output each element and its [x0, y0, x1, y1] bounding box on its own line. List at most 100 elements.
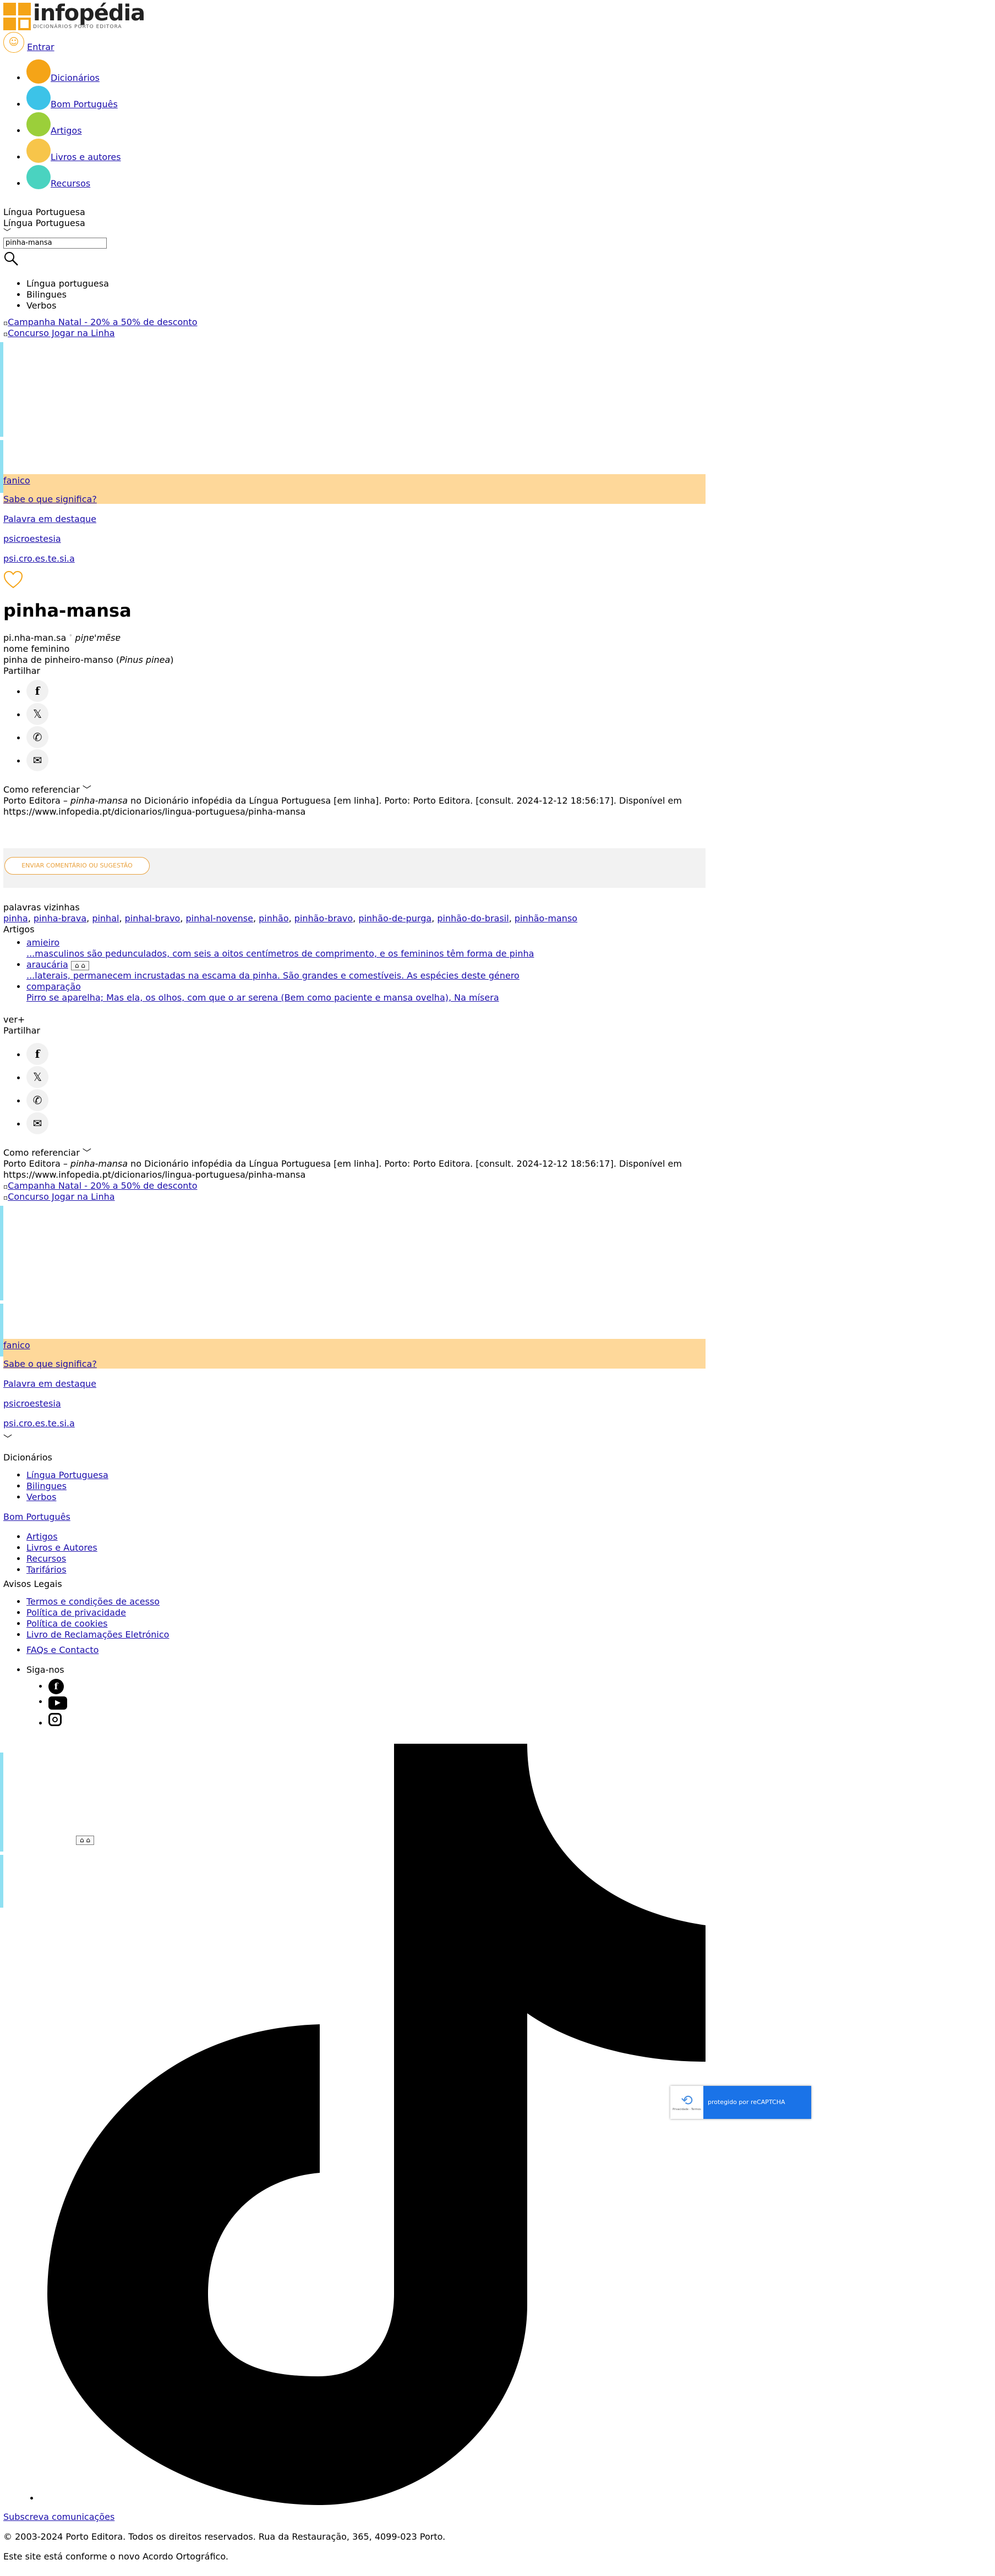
- nav-link-dicionarios[interactable]: Dicionários: [51, 73, 100, 83]
- email-icon[interactable]: ✉: [26, 749, 48, 771]
- footer-link[interactable]: Recursos: [26, 1553, 66, 1564]
- logo-mark-icon: [3, 2, 31, 30]
- share-item[interactable]: 𝕏: [26, 1066, 48, 1089]
- search-input[interactable]: [3, 237, 107, 249]
- share-item[interactable]: f: [26, 680, 48, 703]
- footer-faq-link[interactable]: FAQs e Contacto: [26, 1645, 99, 1655]
- whatsapp-icon[interactable]: ✆: [26, 726, 48, 748]
- nav-link-livros[interactable]: Livros e autores: [51, 152, 121, 162]
- facebook-icon[interactable]: f: [48, 1679, 64, 1694]
- nav-item-bom-portugues[interactable]: Bom Português: [26, 86, 412, 112]
- article-item[interactable]: amieiro...masculinos são pedunculados, c…: [26, 937, 731, 959]
- nav-item-artigos[interactable]: Artigos: [26, 112, 412, 139]
- featured-word-syllables[interactable]: psi.cro.es.te.si.a: [3, 553, 75, 564]
- footer-link[interactable]: Artigos: [26, 1531, 58, 1542]
- send-comment-button[interactable]: ENVIAR COMENTÁRIO OU SUGESTÃO: [4, 857, 150, 875]
- article-item[interactable]: comparaçãoPirro se aparelha; Mas ela, os…: [26, 981, 731, 1003]
- featured-word-syllables[interactable]: psi.cro.es.te.si.a: [3, 1418, 75, 1429]
- footer-link[interactable]: Verbos: [26, 1492, 56, 1502]
- word-question-link[interactable]: Sabe o que significa?: [3, 1359, 97, 1370]
- footer-link[interactable]: Termos e condições de acesso: [26, 1596, 160, 1607]
- recaptcha-badge[interactable]: ⟲ Privacidade - Termos protegido por reC…: [670, 2086, 811, 2119]
- share-item[interactable]: ✉: [26, 749, 48, 772]
- see-more-button[interactable]: ver+: [3, 1014, 25, 1025]
- login-link[interactable]: Entrar: [27, 42, 54, 52]
- article-excerpt[interactable]: ...laterais, permanecem incrustadas na e…: [26, 970, 520, 981]
- chevron-down-icon[interactable]: ﹀: [3, 1433, 12, 1444]
- cite-word: pinha-mansa: [70, 795, 128, 806]
- x-twitter-icon[interactable]: 𝕏: [26, 703, 48, 725]
- neighbor-word[interactable]: pinhão: [259, 913, 288, 924]
- social-item[interactable]: f: [48, 1679, 67, 1696]
- footer-link[interactable]: Política de privacidade: [26, 1607, 126, 1618]
- banner-campanha[interactable]: Campanha Natal - 20% a 50% de desconto: [8, 1180, 197, 1191]
- article-item[interactable]: araucária ⌂ ⌂...laterais, permanecem inc…: [26, 959, 731, 981]
- nav-item-recursos[interactable]: Recursos: [26, 165, 412, 191]
- email-icon[interactable]: ✉: [26, 1112, 48, 1134]
- search-option[interactable]: Bilingues: [26, 289, 109, 300]
- neighbor-word[interactable]: pinha: [3, 913, 28, 924]
- neighbor-word[interactable]: pinhão-de-purga: [358, 913, 431, 924]
- nav-link-artigos[interactable]: Artigos: [51, 125, 82, 136]
- facebook-icon[interactable]: f: [26, 680, 48, 702]
- footer-link[interactable]: Livro de Reclamações Eletrónico: [26, 1629, 169, 1640]
- footer-link[interactable]: Língua Portuguesa: [26, 1470, 108, 1480]
- share-item[interactable]: 𝕏: [26, 703, 48, 726]
- footer-link[interactable]: Bilingues: [26, 1481, 67, 1491]
- search-icon[interactable]: [3, 251, 107, 269]
- share-item[interactable]: ✆: [26, 1089, 48, 1112]
- subscribe-link[interactable]: Subscreva comunicações: [3, 2512, 114, 2523]
- neighbor-word[interactable]: pinhão-bravo: [294, 913, 353, 924]
- share-item[interactable]: f: [26, 1043, 48, 1066]
- article-title[interactable]: comparação: [26, 981, 81, 992]
- featured-word[interactable]: psicroestesia: [3, 534, 61, 545]
- whatsapp-icon[interactable]: ✆: [26, 1089, 48, 1111]
- heart-icon[interactable]: [3, 570, 23, 591]
- facebook-icon[interactable]: f: [26, 1043, 48, 1065]
- featured-word[interactable]: psicroestesia: [3, 1398, 61, 1409]
- neighbor-word[interactable]: pinhal-bravo: [125, 913, 181, 924]
- social-item[interactable]: ▶: [48, 1696, 67, 1713]
- neighbor-word[interactable]: pinhão-manso: [515, 913, 577, 924]
- nav-item-dicionarios[interactable]: Dicionários: [26, 59, 412, 86]
- banner-concurso[interactable]: Concurso Jogar na Linha: [8, 1191, 114, 1202]
- banner-campanha[interactable]: Campanha Natal - 20% a 50% de desconto: [8, 317, 197, 327]
- site-logo[interactable]: infopédia DICIONÁRIOS PORTO EDITORA: [3, 2, 145, 30]
- x-twitter-icon[interactable]: 𝕏: [26, 1066, 48, 1088]
- search-option[interactable]: Língua portuguesa: [26, 278, 109, 289]
- featured-word-label[interactable]: Palavra em destaque: [3, 514, 96, 525]
- instagram-icon[interactable]: [48, 1713, 62, 1726]
- cite-toggle[interactable]: Como referenciar ﹀: [3, 1147, 91, 1158]
- cite-toggle[interactable]: Como referenciar ﹀: [3, 784, 91, 795]
- banner-concurso[interactable]: Concurso Jogar na Linha: [8, 328, 114, 338]
- article-excerpt[interactable]: ...masculinos são pedunculados, com seis…: [26, 948, 534, 959]
- footer-link[interactable]: Política de cookies: [26, 1618, 108, 1629]
- youtube-icon[interactable]: ▶: [48, 1696, 67, 1710]
- word-question-link[interactable]: Sabe o que significa?: [3, 494, 97, 505]
- word-of-day-link[interactable]: fanico: [3, 1340, 30, 1351]
- tiktok-icon[interactable]: [47, 1744, 706, 2508]
- article-title[interactable]: amieiro: [26, 937, 59, 948]
- nav-item-livros[interactable]: Livros e autores: [26, 139, 412, 165]
- article-excerpt[interactable]: Pirro se aparelha; Mas ela, os olhos, co…: [26, 992, 499, 1003]
- footer-link[interactable]: Livros e Autores: [26, 1542, 97, 1553]
- footer-bom-portugues[interactable]: Bom Português: [3, 1512, 70, 1523]
- share-item[interactable]: ✆: [26, 726, 48, 749]
- dictionary-select[interactable]: Língua Portuguesa: [3, 207, 107, 218]
- chevron-down-icon[interactable]: ﹀: [3, 229, 107, 237]
- footer-link[interactable]: Tarifários: [26, 1564, 67, 1575]
- article-title[interactable]: araucária: [26, 959, 68, 970]
- neighbor-word[interactable]: pinhão-do-brasil: [437, 913, 509, 924]
- neighbor-word[interactable]: pinhal-novense: [186, 913, 253, 924]
- nav-link-bom-portugues[interactable]: Bom Português: [51, 99, 118, 109]
- word-of-day-link[interactable]: fanico: [3, 475, 30, 486]
- audio-icon[interactable]: ◦: [69, 633, 72, 639]
- nav-link-recursos[interactable]: Recursos: [51, 178, 90, 189]
- neighbor-word[interactable]: pinha-brava: [34, 913, 86, 924]
- neighbor-word[interactable]: pinhal: [92, 913, 119, 924]
- social-item[interactable]: [48, 1713, 67, 1729]
- share-item[interactable]: ✉: [26, 1112, 48, 1135]
- featured-word-label[interactable]: Palavra em destaque: [3, 1378, 96, 1389]
- ad-choices-button[interactable]: ⌂ ⌂: [70, 961, 89, 970]
- search-option[interactable]: Verbos: [26, 300, 109, 311]
